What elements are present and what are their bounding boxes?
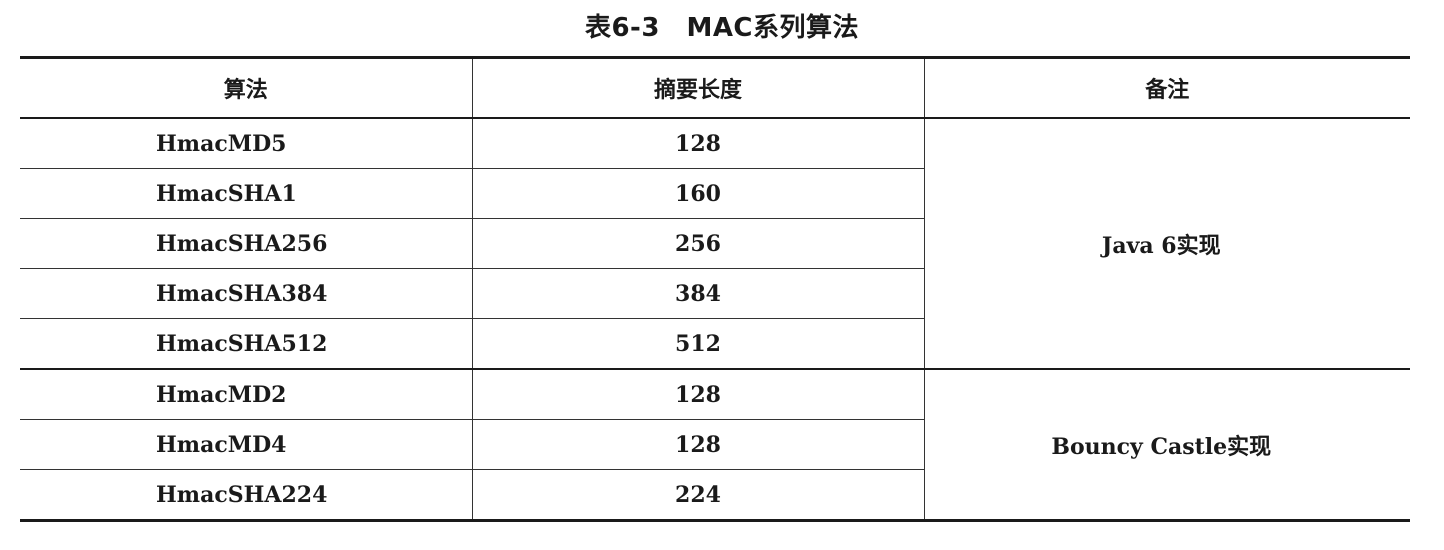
algorithm-cell: HmacSHA224 bbox=[20, 469, 473, 521]
algorithm-cell: HmacSHA384 bbox=[20, 268, 473, 319]
algorithm-cell: HmacMD5 bbox=[20, 117, 473, 169]
table-header-row: 算法 摘要长度 备注 bbox=[20, 57, 1410, 119]
algorithm-cell: HmacMD4 bbox=[20, 419, 473, 470]
table-row: HmacMD5 128 Java 6实现 bbox=[20, 117, 1410, 370]
algorithm-cell: HmacSHA1 bbox=[20, 168, 473, 219]
digest-length-cell: 160 bbox=[471, 168, 925, 219]
digest-length-cell: 256 bbox=[471, 218, 925, 269]
table-row: HmacMD2 128 Bouncy Castle实现 bbox=[20, 368, 1410, 521]
algorithm-cell: HmacSHA512 bbox=[20, 318, 473, 370]
digest-length-cell: 128 bbox=[471, 368, 925, 420]
header-note: 备注 bbox=[923, 57, 1410, 119]
digest-length-cell: 128 bbox=[471, 117, 925, 169]
digest-length-cell: 512 bbox=[471, 318, 925, 370]
mac-algorithm-table: 算法 摘要长度 备注 HmacMD5 128 Java 6实现 HmacSHA1… bbox=[20, 56, 1410, 522]
note-cell-java6: Java 6实现 bbox=[923, 117, 1410, 370]
document-page: 表6-3 MAC系列算法 算法 摘要长度 备注 HmacMD5 128 Java… bbox=[0, 0, 1444, 550]
algorithm-cell: HmacSHA256 bbox=[20, 218, 473, 269]
note-cell-bouncy-castle: Bouncy Castle实现 bbox=[923, 368, 1410, 521]
table-caption: 表6-3 MAC系列算法 bbox=[584, 13, 860, 43]
digest-length-cell: 224 bbox=[471, 469, 925, 521]
digest-length-cell: 128 bbox=[471, 419, 925, 470]
header-algorithm: 算法 bbox=[20, 57, 473, 119]
header-digest-length: 摘要长度 bbox=[471, 57, 925, 119]
algorithm-cell: HmacMD2 bbox=[20, 368, 473, 420]
digest-length-cell: 384 bbox=[471, 268, 925, 319]
